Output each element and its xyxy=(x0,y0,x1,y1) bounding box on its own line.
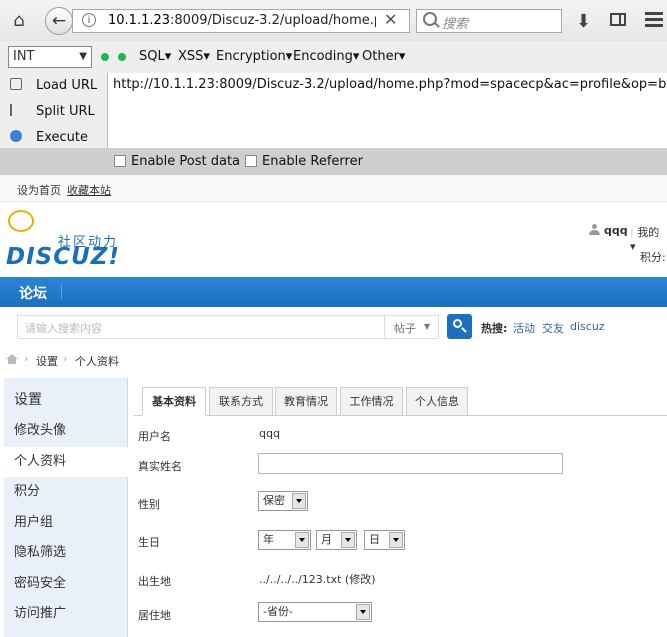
enable-referrer-checkbox[interactable] xyxy=(245,155,257,167)
logo-bubble-icon xyxy=(8,210,34,232)
breadcrumb-separator: › xyxy=(24,352,29,365)
hackbar-menu-xss[interactable]: XSS▾ xyxy=(178,49,210,64)
hot-link-discuz[interactable]: discuz xyxy=(570,320,605,333)
enable-post-checkbox[interactable] xyxy=(114,155,126,167)
home-icon[interactable] xyxy=(6,354,18,364)
sidebar-item-privacy[interactable]: 隐私筛选 xyxy=(4,538,127,568)
tab-education[interactable]: 教育情况 xyxy=(275,387,337,416)
sidebar-item-profile[interactable]: 个人资料 xyxy=(4,447,128,477)
hackbar-menu-sql[interactable]: SQL▾ xyxy=(139,49,171,64)
reader-view-icon[interactable] xyxy=(610,13,626,26)
execute-icon xyxy=(10,130,22,142)
site-search-placeholder: 请输入搜索内容 xyxy=(25,322,102,335)
main-nav xyxy=(0,277,667,307)
nav-divider xyxy=(61,284,62,300)
tab-work[interactable]: 工作情况 xyxy=(340,387,403,416)
hamburger-menu-icon[interactable] xyxy=(645,12,663,28)
hot-search-label: 热搜: xyxy=(481,322,508,335)
sidebar-item-usergroup[interactable]: 用户组 xyxy=(4,508,127,538)
search-icon xyxy=(423,12,437,26)
split-url-button[interactable]: Split URL xyxy=(10,104,95,119)
birthday-label: 生日 xyxy=(138,536,160,549)
nav-forum[interactable]: 论坛 xyxy=(19,283,47,303)
chevron-down-icon[interactable] xyxy=(292,493,306,509)
breadcrumb-settings[interactable]: 设置 xyxy=(36,353,58,369)
residence-label: 居住地 xyxy=(138,609,171,622)
breadcrumb-profile[interactable]: 个人资料 xyxy=(75,353,119,369)
chevron-down-icon[interactable] xyxy=(356,604,370,620)
hackbar-url-text[interactable]: http://10.1.1.23:8009/Discuz-3.2/upload/… xyxy=(113,77,667,92)
birthplace-value[interactable]: ../../../../123.txt (修改) xyxy=(259,571,376,587)
increase-icon[interactable] xyxy=(118,53,126,61)
username-value: qqq xyxy=(259,427,280,440)
birth-day-select[interactable]: 日 xyxy=(364,530,405,550)
sidebar-item-promotion[interactable]: 访问推广 xyxy=(4,599,127,629)
birth-month-select[interactable]: 月 xyxy=(316,530,357,550)
back-button[interactable]: ← xyxy=(45,7,73,35)
username-link[interactable]: qqq xyxy=(604,224,628,237)
sidebar-item-avatar[interactable]: 修改头像 xyxy=(4,416,127,446)
home-icon[interactable]: ⌂ xyxy=(8,10,30,32)
execute-button[interactable]: Execute xyxy=(10,130,88,145)
gender-label: 性别 xyxy=(138,498,160,511)
chevron-down-icon[interactable] xyxy=(341,532,355,548)
gender-select[interactable]: 保密 xyxy=(258,491,308,511)
breadcrumb-separator: › xyxy=(63,352,68,365)
tab-contact[interactable]: 联系方式 xyxy=(209,387,273,416)
hackbar-menu-encoding[interactable]: Encoding▾ xyxy=(293,49,359,64)
hackbar-int-select[interactable]: INT ▼ xyxy=(8,46,92,68)
sidebar-title: 设置 xyxy=(14,392,42,408)
realname-input[interactable] xyxy=(258,453,563,474)
realname-label: 真实姓名 xyxy=(138,460,182,473)
bookmark-link[interactable]: 收藏本站 xyxy=(67,182,111,198)
tab-personal-info[interactable]: 个人信息 xyxy=(406,387,468,416)
user-score-label[interactable]: 积分: xyxy=(640,249,666,265)
address-text[interactable]: 10.1.1.23:8009/Discuz-3.2/upload/home.p xyxy=(108,13,376,28)
enable-referrer-label[interactable]: Enable Referrer xyxy=(262,154,363,169)
info-icon[interactable]: i xyxy=(82,13,96,27)
birth-year-select[interactable]: 年 xyxy=(258,530,311,550)
decrease-icon[interactable] xyxy=(101,53,109,61)
chevron-down-icon[interactable] xyxy=(295,532,309,548)
browser-search-input[interactable] xyxy=(416,9,562,33)
hackbar-menu-encryption[interactable]: Encryption▾ xyxy=(216,49,292,64)
download-icon[interactable]: ⬇ xyxy=(576,11,591,32)
sidebar-item-credits[interactable]: 积分 xyxy=(4,477,127,507)
search-type-label[interactable]: 帖子 xyxy=(394,320,416,336)
birthplace-label: 出生地 xyxy=(138,575,171,588)
sidebar-item-password[interactable]: 密码安全 xyxy=(4,569,127,599)
clear-url-icon[interactable]: ✕ xyxy=(384,10,397,29)
chevron-down-icon[interactable] xyxy=(389,532,403,548)
site-logo[interactable]: DISCUZ! xyxy=(6,244,120,270)
hot-link-dating[interactable]: 交友 xyxy=(542,320,564,336)
user-icon xyxy=(589,224,600,235)
username-label: 用户名 xyxy=(138,430,171,443)
split-url-icon xyxy=(10,104,22,116)
load-url-button[interactable]: Load URL xyxy=(10,78,97,93)
hackbar-menu-other[interactable]: Other▾ xyxy=(362,49,405,64)
residence-province-select[interactable]: -省份- xyxy=(258,602,372,622)
set-home-link[interactable]: 设为首页 xyxy=(17,182,61,198)
load-url-icon xyxy=(10,78,22,90)
enable-post-label[interactable]: Enable Post data xyxy=(131,154,240,169)
tab-basic-info[interactable]: 基本资料 xyxy=(142,387,206,416)
chevron-down-icon[interactable]: ▼ xyxy=(424,322,430,331)
browser-search-placeholder: 搜索 xyxy=(442,17,469,32)
hot-link-activity[interactable]: 活动 xyxy=(513,320,535,336)
search-button[interactable] xyxy=(447,314,472,339)
site-topbar: 设为首页 收藏本站 xyxy=(0,175,667,202)
